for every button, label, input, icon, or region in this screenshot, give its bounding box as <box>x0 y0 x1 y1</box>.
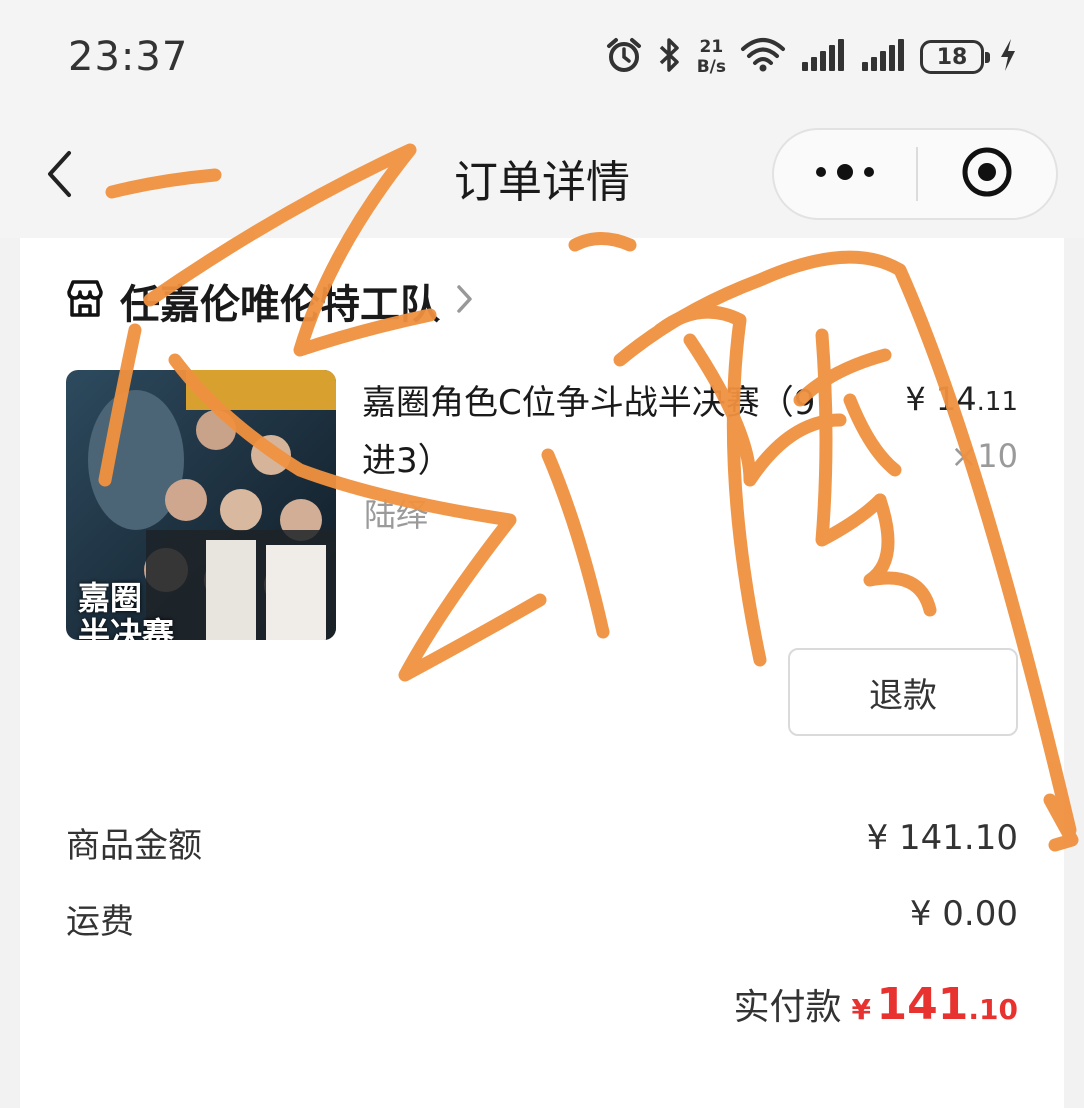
poster-caption-line1: 嘉圈 <box>78 579 143 617</box>
price-column: ¥ 14.11 ×10 <box>905 374 1018 485</box>
chevron-right-icon <box>454 282 476 320</box>
goods-amount-label: 商品金额 <box>66 826 202 866</box>
signal-icon <box>800 38 846 76</box>
alarm-icon <box>605 36 643 78</box>
status-icons: 21 B/s 18 <box>605 34 1018 80</box>
shipping-row: 运费 ¥ 0.00 <box>66 894 1018 943</box>
shipping-label: 运费 <box>66 902 134 942</box>
net-speed-value: 21 <box>699 37 724 57</box>
more-button[interactable] <box>774 130 916 218</box>
bluetooth-icon <box>657 36 683 78</box>
paid-int: 141 <box>876 979 969 1030</box>
poster-caption: 嘉圈 半决赛 <box>78 580 174 640</box>
quantity: ×10 <box>950 437 1018 475</box>
paid-row: 实付款 ¥ 141.10 <box>733 978 1018 1030</box>
shipping-value: ¥ 0.00 <box>909 894 1018 934</box>
goods-amount-row: 商品金额 ¥ 141.10 <box>66 818 1018 867</box>
refund-button[interactable]: 退款 <box>788 648 1018 736</box>
shop-name: 任嘉伦唯伦特工队 <box>120 282 440 328</box>
mini-program-capsule <box>772 128 1058 220</box>
target-close-icon <box>960 145 1014 203</box>
paid-dec: .10 <box>968 993 1018 1026</box>
nav-bar: 订单详情 <box>0 120 1084 238</box>
goods-amount-value: ¥ 141.10 <box>866 818 1018 858</box>
paid-label: 实付款 <box>733 987 842 1028</box>
unit-price-int: 14 <box>935 380 977 418</box>
unit-price-dec: .11 <box>976 387 1018 417</box>
shop-link[interactable]: 任嘉伦唯伦特工队 <box>64 272 476 330</box>
charging-icon <box>998 37 1018 77</box>
poster-caption-line2: 半决赛 <box>78 615 175 640</box>
order-card: 任嘉伦唯伦特工队 嘉圈 半决赛 嘉圈角色C位争斗战半决赛（9进3） 陆绎 ¥ 1… <box>20 238 1064 1108</box>
product-title[interactable]: 嘉圈角色C位争斗战半决赛（9进3） <box>362 374 842 490</box>
store-icon <box>64 278 106 324</box>
product-image[interactable]: 嘉圈 半决赛 <box>66 370 336 640</box>
signal-icon <box>860 38 906 76</box>
paid-amount: ¥ 141.10 <box>851 979 1018 1030</box>
status-time: 23:37 <box>68 34 189 80</box>
more-dots-icon <box>813 162 877 186</box>
net-speed: 21 B/s <box>697 37 726 77</box>
unit-price: ¥ 14.11 <box>905 374 1018 427</box>
status-bar: 23:37 21 B/s 18 <box>0 0 1084 120</box>
product-spec: 陆绎 <box>364 496 429 534</box>
net-speed-unit: B/s <box>696 57 726 77</box>
battery-icon: 18 <box>920 40 990 74</box>
close-button[interactable] <box>918 130 1056 218</box>
battery-level: 18 <box>936 44 968 70</box>
unit-price-symbol: ¥ <box>905 380 926 418</box>
paid-currency: ¥ <box>851 993 871 1026</box>
wifi-icon <box>740 37 786 77</box>
